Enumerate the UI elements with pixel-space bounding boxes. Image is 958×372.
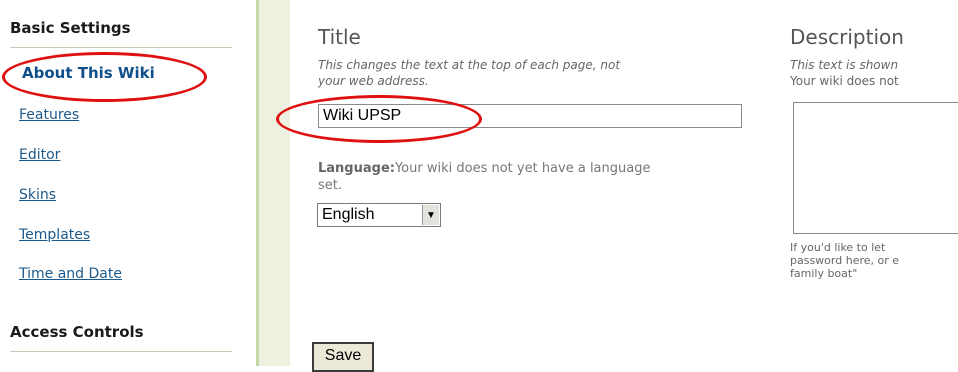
sidebar-item-time-and-date[interactable]: Time and Date: [19, 266, 122, 282]
language-selected-value: English: [322, 206, 375, 223]
description-note-line-2: password here, or e: [790, 254, 900, 267]
title-heading: Title: [318, 25, 361, 49]
column-stripe: [259, 0, 290, 366]
heading-divider: [10, 351, 232, 352]
sidebar-item-templates[interactable]: Templates: [19, 227, 90, 243]
chevron-down-icon[interactable]: ▼: [422, 205, 439, 225]
title-help-line-2: your web address.: [318, 74, 429, 88]
description-help-line-2: Your wiki does not: [790, 74, 899, 88]
language-label-text: Your wiki does not yet have a language: [394, 161, 651, 176]
language-label-line-2: set.: [318, 178, 343, 193]
sidebar-item-skins[interactable]: Skins: [19, 187, 56, 203]
description-heading: Description: [790, 25, 904, 49]
title-help-line-1: This changes the text at the top of each…: [318, 58, 621, 72]
language-label: Language:Your wiki does not yet have a l…: [318, 160, 778, 194]
description-textarea[interactable]: [793, 102, 958, 234]
save-button[interactable]: Save: [312, 342, 374, 372]
description-note-line-1: If you'd like to let: [790, 241, 886, 254]
sidebar-item-features[interactable]: Features: [19, 107, 79, 123]
heading-divider: [10, 47, 232, 48]
title-input[interactable]: [318, 104, 742, 128]
settings-sidebar: Basic Settings About This Wiki Features …: [0, 0, 240, 366]
sidebar-item-editor[interactable]: Editor: [19, 147, 60, 163]
access-controls-heading: Access Controls: [10, 323, 144, 341]
language-label-bold: Language:: [318, 161, 395, 176]
basic-settings-heading: Basic Settings: [10, 19, 131, 37]
sidebar-item-about-this-wiki[interactable]: About This Wiki: [22, 64, 155, 82]
description-help-line-1: This text is shown: [790, 58, 899, 72]
description-note-line-3: family boat": [790, 267, 858, 280]
language-select[interactable]: English ▼: [317, 203, 441, 227]
